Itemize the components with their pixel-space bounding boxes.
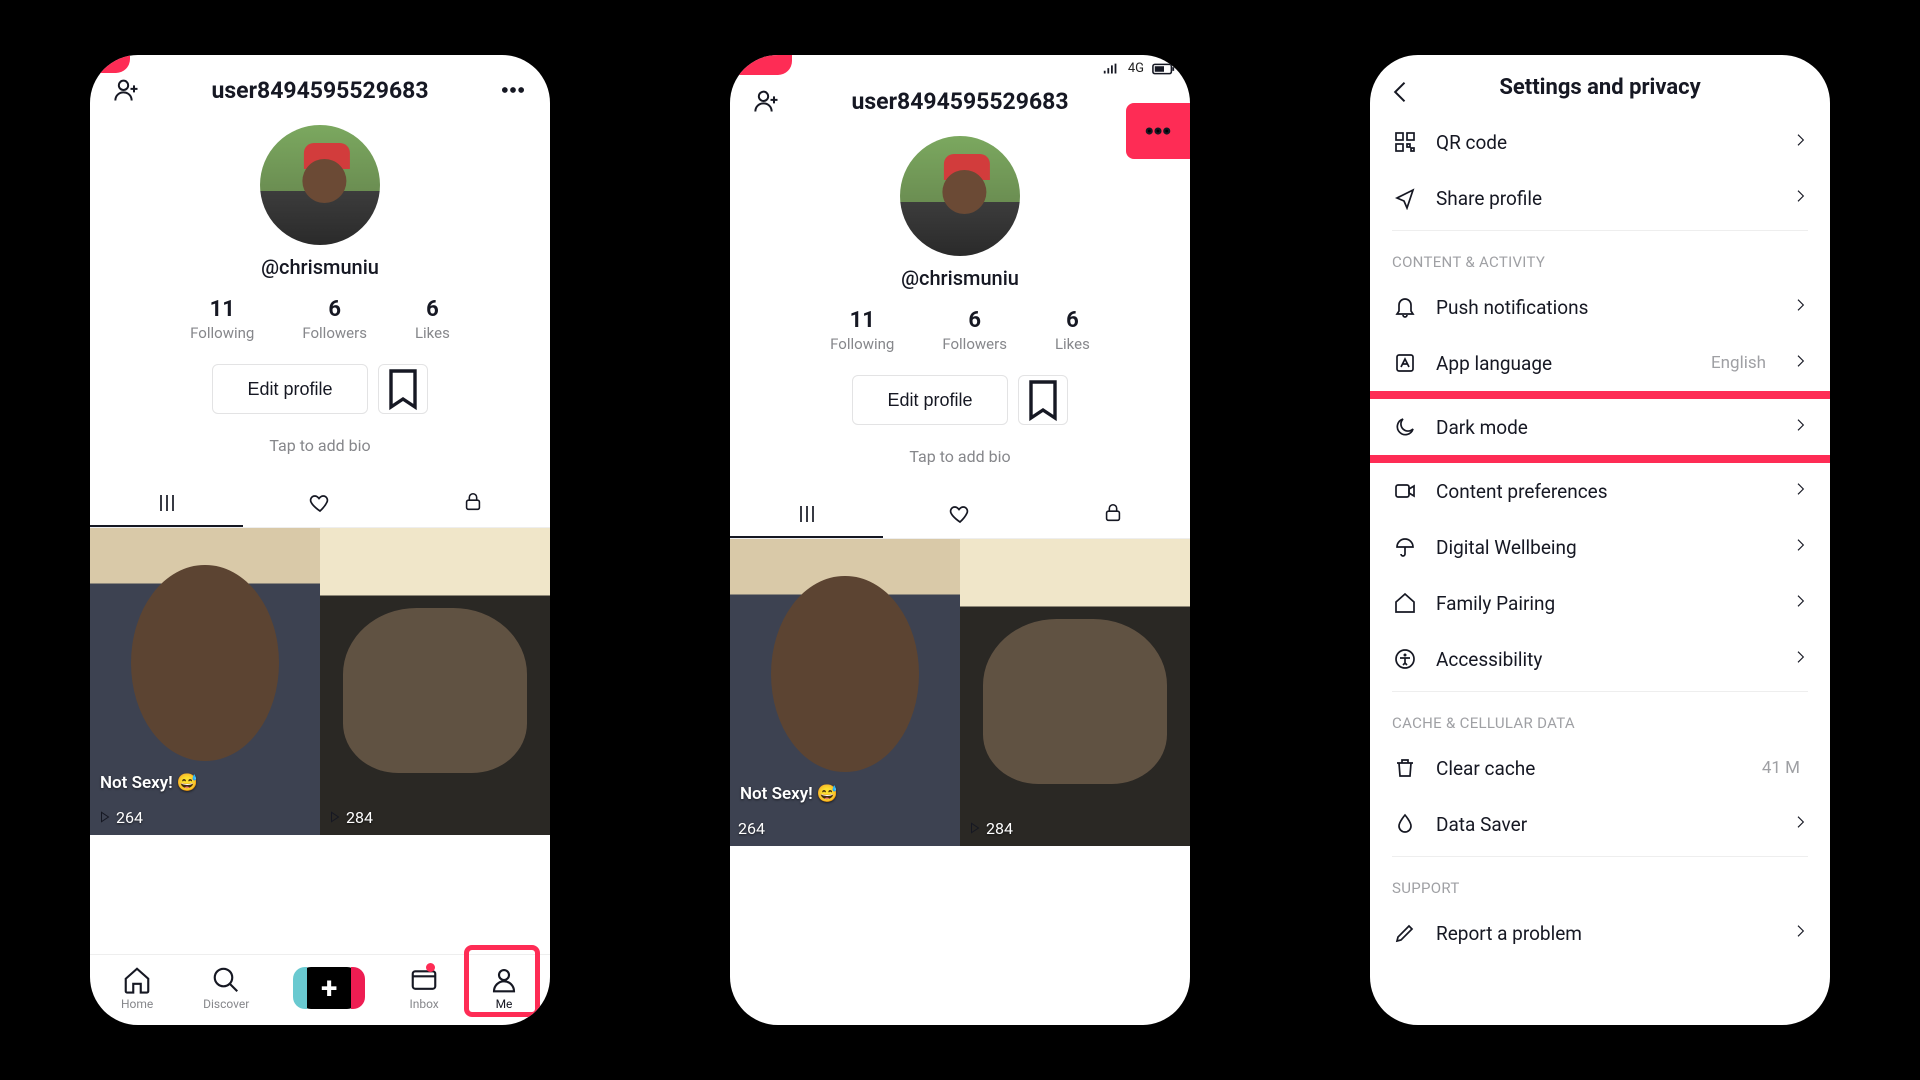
username-title: user8494595529683	[851, 88, 1068, 115]
chevron-right-icon	[1792, 132, 1808, 152]
drop-icon	[1392, 812, 1418, 836]
nav-create[interactable]: +	[299, 967, 359, 1009]
tab-liked[interactable]	[243, 481, 396, 527]
stat-followers[interactable]: 6Followers	[302, 297, 367, 342]
status-bar: 4G	[730, 55, 1190, 76]
trash-icon	[1392, 756, 1418, 780]
row-dark-mode[interactable]: Dark mode	[1370, 399, 1830, 455]
highlight-bottom-bar	[1370, 455, 1830, 463]
chevron-right-icon	[1792, 593, 1808, 613]
row-app-language[interactable]: App language English	[1370, 335, 1830, 391]
chevron-right-icon	[1792, 814, 1808, 834]
chevron-right-icon	[1792, 923, 1808, 943]
add-friend-icon[interactable]	[750, 84, 784, 118]
highlight-me-tab	[464, 945, 540, 1017]
accessibility-icon	[1392, 647, 1418, 671]
row-clear-cache[interactable]: Clear cache 41 M	[1370, 740, 1830, 796]
nav-home[interactable]: Home	[121, 965, 153, 1011]
video-views: 284	[328, 808, 373, 827]
stat-following[interactable]: 11Following	[190, 297, 254, 342]
chevron-right-icon	[1792, 297, 1808, 317]
moon-icon	[1392, 415, 1418, 439]
bell-icon	[1392, 295, 1418, 319]
stat-following[interactable]: 11Following	[830, 308, 894, 353]
phone-profile-1: user8494595529683 @chrismuniu 11Followin…	[90, 55, 550, 1025]
tab-grid[interactable]	[730, 492, 883, 538]
qr-icon	[1392, 130, 1418, 154]
video-thumb-1[interactable]: Not Sexy! 😅 264	[90, 528, 320, 835]
edit-profile-button[interactable]: Edit profile	[852, 375, 1007, 425]
highlight-more-button[interactable]	[1126, 103, 1190, 159]
handle: @chrismuniu	[261, 255, 379, 279]
video-caption: Not Sexy! 😅	[100, 773, 198, 793]
more-icon[interactable]	[496, 73, 530, 107]
share-icon	[1392, 186, 1418, 210]
chevron-right-icon	[1792, 537, 1808, 557]
tab-private[interactable]	[397, 481, 550, 527]
row-share-profile[interactable]: Share profile	[1370, 170, 1830, 226]
divider	[1392, 230, 1808, 231]
row-data-saver[interactable]: Data Saver	[1370, 796, 1830, 852]
bio-placeholder[interactable]: Tap to add bio	[90, 436, 550, 455]
language-icon	[1392, 351, 1418, 375]
video-views: 284	[968, 819, 1013, 838]
cache-value: 41 M	[1762, 758, 1800, 778]
home-icon	[1392, 591, 1418, 615]
stat-likes[interactable]: 6Likes	[1055, 308, 1090, 353]
settings-title: Settings and privacy	[1499, 75, 1700, 100]
stat-followers[interactable]: 6Followers	[942, 308, 1007, 353]
chevron-right-icon	[1792, 417, 1808, 437]
video-icon	[1392, 479, 1418, 503]
tab-liked[interactable]	[883, 492, 1036, 538]
live-badge	[730, 55, 792, 75]
handle: @chrismuniu	[901, 266, 1019, 290]
chevron-right-icon	[1792, 353, 1808, 373]
avatar[interactable]	[260, 125, 380, 245]
row-push-notifications[interactable]: Push notifications	[1370, 279, 1830, 335]
tab-private[interactable]	[1037, 492, 1190, 538]
chevron-right-icon	[1792, 188, 1808, 208]
pencil-icon	[1392, 921, 1418, 945]
row-report-problem[interactable]: Report a problem	[1370, 905, 1830, 961]
video-thumb-2[interactable]: 284	[960, 539, 1190, 846]
stat-likes[interactable]: 6Likes	[415, 297, 450, 342]
row-qr-code[interactable]: QR code	[1370, 114, 1830, 170]
bookmark-button[interactable]	[378, 364, 428, 414]
add-friend-icon[interactable]	[110, 73, 144, 107]
row-content-preferences[interactable]: Content preferences	[1370, 463, 1830, 519]
bio-placeholder[interactable]: Tap to add bio	[730, 447, 1190, 466]
username-title: user8494595529683	[211, 77, 428, 104]
tab-grid[interactable]	[90, 481, 243, 527]
nav-inbox[interactable]: Inbox	[409, 965, 439, 1011]
section-support: SUPPORT	[1370, 861, 1830, 905]
divider	[1392, 856, 1808, 857]
section-content-activity: CONTENT & ACTIVITY	[1370, 235, 1830, 279]
live-badge	[90, 55, 130, 73]
row-family-pairing[interactable]: Family Pairing	[1370, 575, 1830, 631]
phone-settings: Settings and privacy QR code Share profi…	[1370, 55, 1830, 1025]
nav-discover[interactable]: Discover	[203, 965, 249, 1011]
bookmark-button[interactable]	[1018, 375, 1068, 425]
video-caption: Not Sexy! 😅	[740, 784, 838, 804]
section-cache: CACHE & CELLULAR DATA	[1370, 696, 1830, 740]
language-value: English	[1711, 353, 1766, 373]
video-views: 264	[738, 819, 765, 838]
edit-profile-button[interactable]: Edit profile	[212, 364, 367, 414]
video-thumb-2[interactable]: 284	[320, 528, 550, 835]
video-views: 264	[98, 808, 143, 827]
umbrella-icon	[1392, 535, 1418, 559]
video-thumb-1[interactable]: Not Sexy! 😅 264	[730, 539, 960, 846]
avatar[interactable]	[900, 136, 1020, 256]
row-accessibility[interactable]: Accessibility	[1370, 631, 1830, 687]
back-button[interactable]	[1384, 75, 1418, 109]
chevron-right-icon	[1792, 649, 1808, 669]
phone-profile-2: 4G user8494595529683 @chrismuniu 11Follo…	[730, 55, 1190, 1025]
chevron-right-icon	[1792, 481, 1808, 501]
network-label: 4G	[1128, 61, 1144, 76]
divider	[1392, 691, 1808, 692]
row-digital-wellbeing[interactable]: Digital Wellbeing	[1370, 519, 1830, 575]
highlight-top-bar	[1370, 391, 1830, 399]
